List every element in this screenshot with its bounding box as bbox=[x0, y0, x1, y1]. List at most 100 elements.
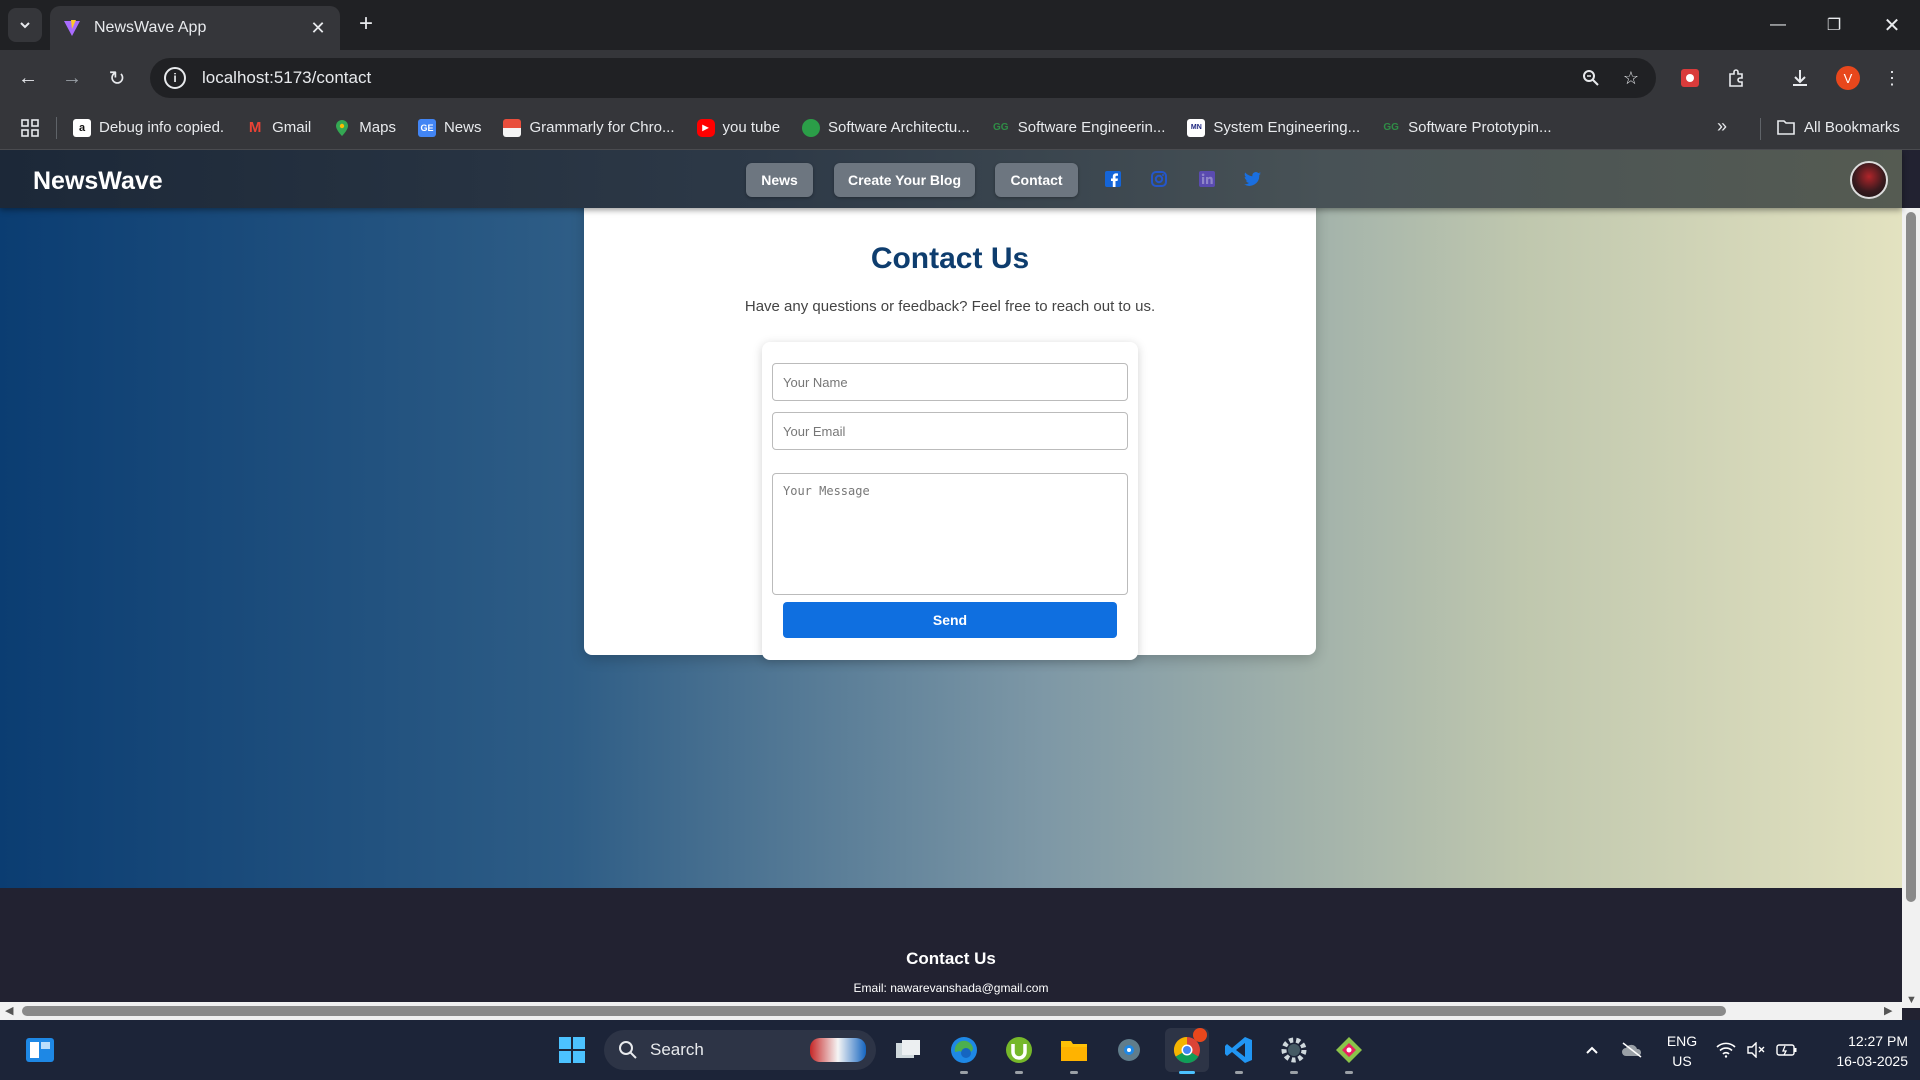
windows-start-icon[interactable] bbox=[554, 1032, 590, 1068]
divider bbox=[56, 116, 57, 139]
scroll-down-arrow-icon[interactable]: ▼ bbox=[1906, 994, 1917, 1006]
restore-icon[interactable]: ❐ bbox=[1806, 0, 1862, 50]
bookmark-item[interactable]: Grammarly for Chro... bbox=[503, 118, 675, 137]
running-indicator bbox=[1235, 1071, 1243, 1074]
close-tab-icon[interactable]: ✕ bbox=[308, 18, 328, 39]
scroll-right-arrow-icon[interactable]: ▶ bbox=[1884, 1004, 1892, 1017]
extension-red-icon[interactable] bbox=[1674, 62, 1706, 94]
file-explorer-icon[interactable] bbox=[1056, 1032, 1092, 1074]
forward-icon[interactable]: → bbox=[56, 62, 88, 94]
bookmark-item[interactable]: M Gmail bbox=[246, 119, 311, 137]
page-viewport: NewsWave News Create Your Blog Contact C… bbox=[0, 150, 1920, 1020]
new-tab-button[interactable]: + bbox=[352, 10, 380, 38]
bookmark-item[interactable]: Maps bbox=[333, 119, 396, 137]
tab-search-button[interactable] bbox=[8, 8, 42, 42]
vertical-scroll-thumb[interactable] bbox=[1906, 212, 1916, 902]
twitter-icon[interactable] bbox=[1244, 170, 1262, 188]
running-indicator bbox=[1070, 1071, 1078, 1074]
horizontal-scrollbar[interactable]: ◀ ▶ bbox=[0, 1002, 1902, 1020]
control-panel-icon[interactable] bbox=[1111, 1032, 1147, 1068]
bookmark-label: System Engineering... bbox=[1213, 119, 1361, 136]
browser-tab[interactable]: NewsWave App ✕ bbox=[50, 6, 340, 50]
back-icon[interactable]: ← bbox=[12, 62, 44, 94]
folder-icon bbox=[1777, 120, 1795, 135]
instagram-icon[interactable] bbox=[1150, 170, 1168, 188]
volume-muted-icon[interactable] bbox=[1746, 1020, 1766, 1080]
lang-code: ENG bbox=[1666, 1033, 1698, 1049]
running-indicator bbox=[1290, 1071, 1298, 1074]
linkedin-icon[interactable] bbox=[1198, 170, 1216, 188]
utorrent-icon[interactable] bbox=[1001, 1032, 1037, 1074]
name-input[interactable] bbox=[772, 363, 1128, 401]
send-button[interactable]: Send bbox=[783, 602, 1117, 638]
chrome-menu-icon[interactable]: ⋮ bbox=[1876, 62, 1908, 94]
active-indicator bbox=[1179, 1071, 1195, 1074]
bookmark-item[interactable]: MN System Engineering... bbox=[1187, 118, 1361, 137]
wifi-icon[interactable] bbox=[1716, 1020, 1736, 1080]
bookmark-label: Software Prototypin... bbox=[1408, 119, 1552, 136]
search-icon bbox=[619, 1041, 637, 1059]
battery-icon[interactable] bbox=[1776, 1020, 1798, 1080]
download-icon[interactable] bbox=[1784, 62, 1816, 94]
site-info-icon[interactable]: i bbox=[164, 67, 186, 89]
search-highlight-icon bbox=[810, 1038, 866, 1062]
task-view-icon[interactable] bbox=[890, 1032, 926, 1068]
bookmark-label: Gmail bbox=[272, 119, 312, 136]
bookmark-item[interactable]: GG Software Engineerin... bbox=[992, 119, 1165, 137]
nav-create-blog[interactable]: Create Your Blog bbox=[834, 163, 975, 197]
tray-overflow-icon[interactable] bbox=[1584, 1020, 1600, 1080]
more-bookmarks-icon[interactable]: » bbox=[1717, 116, 1727, 137]
bookmark-item[interactable]: GG Software Prototypin... bbox=[1382, 119, 1551, 137]
search-label: Search bbox=[650, 1040, 704, 1059]
url-text[interactable]: localhost:5173/contact bbox=[202, 68, 1576, 88]
nav-news[interactable]: News bbox=[746, 163, 813, 197]
bookmarks-bar: a Debug info copied. M Gmail Maps GE News G… bbox=[0, 106, 1920, 150]
bookmark-star-icon[interactable]: ☆ bbox=[1616, 63, 1646, 93]
maps-icon bbox=[333, 119, 351, 137]
nav-contact[interactable]: Contact bbox=[995, 163, 1078, 197]
language-indicator[interactable]: ENG US bbox=[1664, 1031, 1700, 1071]
widgets-icon[interactable] bbox=[22, 1032, 58, 1068]
bookmark-item[interactable]: GE News bbox=[417, 118, 481, 137]
address-bar[interactable]: i localhost:5173/contact ☆ bbox=[150, 58, 1656, 98]
contact-card: Contact Us Have any questions or feedbac… bbox=[584, 170, 1316, 660]
site-navbar: NewsWave News Create Your Blog Contact bbox=[0, 150, 1902, 208]
settings-gear-icon[interactable] bbox=[1276, 1032, 1312, 1074]
close-window-icon[interactable]: ✕ bbox=[1864, 0, 1920, 50]
google-news-icon: GE bbox=[417, 118, 436, 137]
message-textarea[interactable] bbox=[772, 473, 1128, 595]
onedrive-icon[interactable] bbox=[1620, 1020, 1644, 1080]
scroll-left-arrow-icon[interactable]: ◀ bbox=[5, 1004, 13, 1017]
clock-time: 12:27 PM bbox=[1848, 1033, 1908, 1049]
profile-avatar[interactable]: V bbox=[1836, 66, 1860, 90]
youtube-icon: ▶ bbox=[696, 118, 715, 137]
horizontal-scroll-thumb[interactable] bbox=[22, 1006, 1726, 1016]
facebook-icon[interactable] bbox=[1104, 170, 1122, 188]
zoom-icon[interactable] bbox=[1576, 63, 1606, 93]
email-input[interactable] bbox=[772, 412, 1128, 450]
minimize-icon[interactable]: — bbox=[1750, 0, 1806, 50]
geeksforgeeks-icon: GG bbox=[993, 122, 1009, 133]
bookmark-item[interactable]: a Debug info copied. bbox=[73, 118, 224, 137]
bookmark-label: you tube bbox=[722, 119, 781, 136]
apps-grid-icon[interactable] bbox=[20, 118, 40, 138]
taskbar-clock[interactable]: 12:27 PM 16-03-2025 bbox=[1808, 1031, 1908, 1071]
site-logo[interactable]: NewsWave bbox=[33, 167, 163, 196]
divider bbox=[1760, 118, 1761, 140]
vscode-icon[interactable] bbox=[1221, 1032, 1257, 1074]
extensions-puzzle-icon[interactable] bbox=[1720, 62, 1752, 94]
reload-icon[interactable]: ↻ bbox=[101, 62, 133, 94]
bookmark-label: Software Architectu... bbox=[828, 119, 970, 136]
taskbar-search[interactable]: Search bbox=[604, 1030, 876, 1070]
vertical-scrollbar[interactable]: ▼ bbox=[1902, 208, 1920, 1008]
git-app-icon[interactable] bbox=[1331, 1032, 1367, 1074]
user-avatar[interactable] bbox=[1850, 161, 1888, 199]
bookmark-item[interactable]: Software Architectu... bbox=[802, 118, 970, 137]
green-leaf-icon bbox=[802, 118, 821, 137]
running-indicator bbox=[960, 1071, 968, 1074]
bookmark-item[interactable]: ▶ you tube bbox=[696, 118, 781, 137]
edge-icon[interactable] bbox=[946, 1032, 982, 1074]
all-bookmarks-button[interactable]: All Bookmarks bbox=[1776, 114, 1900, 140]
chrome-icon[interactable] bbox=[1165, 1028, 1209, 1074]
amazon-icon: a bbox=[73, 118, 91, 137]
